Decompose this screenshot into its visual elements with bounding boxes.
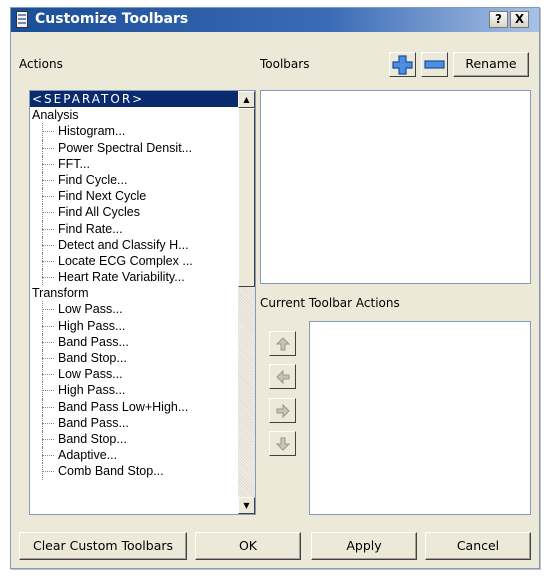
action-item[interactable]: Find All Cycles: [30, 204, 239, 221]
action-item[interactable]: Band Pass Low+High...: [30, 398, 239, 415]
scroll-up-button[interactable]: ▲: [238, 91, 255, 108]
arrow-down-icon: [275, 437, 291, 451]
action-item[interactable]: Band Pass...: [30, 333, 239, 350]
actions-list-items: <SEPARATOR> Analysis Histogram... Power Spe…: [30, 91, 239, 514]
action-item[interactable]: Band Stop...: [30, 350, 239, 367]
remove-toolbar-button[interactable]: [421, 52, 448, 77]
close-button[interactable]: X: [510, 11, 529, 28]
action-item[interactable]: Power Spectral Densit...: [30, 139, 239, 156]
arrow-left-icon: [276, 369, 290, 385]
action-item[interactable]: Find Cycle...: [30, 171, 239, 189]
action-item-selected[interactable]: <SEPARATOR>: [30, 91, 239, 108]
scroll-thumb[interactable]: [238, 108, 255, 287]
scroll-down-button[interactable]: ▼: [238, 497, 255, 514]
action-item[interactable]: Adaptive...: [30, 447, 239, 464]
app-icon: [16, 11, 28, 28]
actions-list[interactable]: <SEPARATOR> Analysis Histogram... Power Spe…: [29, 90, 256, 515]
action-item[interactable]: Locate ECG Complex ...: [30, 252, 239, 270]
action-item[interactable]: High Pass...: [30, 317, 239, 334]
action-item[interactable]: Find Rate...: [30, 220, 239, 237]
add-toolbar-button[interactable]: [389, 52, 416, 77]
current-toolbar-actions-label: Current Toolbar Actions: [260, 296, 400, 310]
action-item[interactable]: Band Pass...: [30, 414, 239, 431]
cancel-button[interactable]: Cancel: [425, 532, 531, 560]
action-item[interactable]: Low Pass...: [30, 301, 239, 318]
move-up-button[interactable]: [269, 331, 296, 356]
action-group[interactable]: Analysis: [30, 107, 239, 123]
apply-button[interactable]: Apply: [311, 532, 417, 560]
toolbars-list[interactable]: [260, 90, 531, 284]
action-item[interactable]: Low Pass...: [30, 366, 239, 383]
help-button[interactable]: ?: [489, 11, 508, 28]
current-toolbar-actions-list[interactable]: [309, 321, 531, 515]
move-right-button[interactable]: [269, 398, 296, 423]
action-item[interactable]: Heart Rate Variability...: [30, 269, 239, 286]
ok-button[interactable]: OK: [195, 532, 301, 560]
dialog-title: Customize Toolbars: [35, 11, 189, 27]
action-item[interactable]: Histogram...: [30, 123, 239, 140]
minus-icon: [424, 60, 445, 69]
action-item[interactable]: Detect and Classify H...: [30, 236, 239, 253]
title-bar[interactable]: Customize Toolbars ? X: [11, 8, 539, 32]
plus-icon: [392, 55, 413, 75]
actions-scrollbar[interactable]: ▲ ▼: [238, 91, 255, 514]
clear-custom-toolbars-button[interactable]: Clear Custom Toolbars: [19, 532, 187, 560]
arrow-up-icon: [275, 337, 291, 351]
toolbars-label: Toolbars: [260, 57, 310, 71]
action-item[interactable]: Comb Band Stop...: [30, 463, 239, 480]
move-down-button[interactable]: [269, 431, 296, 456]
customize-toolbars-dialog: Customize Toolbars ? X Actions <SEPARATO…: [10, 7, 540, 569]
action-item[interactable]: Band Stop...: [30, 430, 239, 448]
move-left-button[interactable]: [269, 364, 296, 389]
arrow-right-icon: [276, 403, 290, 419]
action-item[interactable]: High Pass...: [30, 382, 239, 399]
actions-label: Actions: [19, 57, 63, 71]
action-group[interactable]: Transform: [30, 285, 239, 301]
action-item[interactable]: Find Next Cycle: [30, 188, 239, 205]
rename-button[interactable]: Rename: [453, 52, 529, 77]
action-item[interactable]: FFT...: [30, 155, 239, 172]
